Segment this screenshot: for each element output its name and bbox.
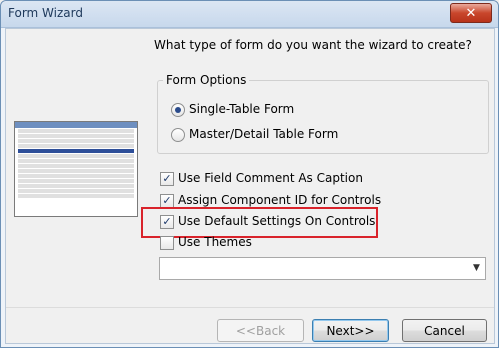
title-bar[interactable]: Form Wizard ✕ bbox=[1, 1, 498, 28]
close-button[interactable]: ✕ bbox=[450, 3, 492, 23]
themes-label[interactable]: Use Themes bbox=[178, 235, 252, 249]
single-table-radio[interactable] bbox=[171, 103, 185, 117]
form-preview-image bbox=[14, 121, 138, 217]
close-icon: ✕ bbox=[465, 5, 477, 21]
themes-checkbox[interactable] bbox=[160, 236, 174, 250]
form-wizard-window: Form Wizard ✕ What type of form do you w… bbox=[0, 0, 499, 348]
footer-divider bbox=[6, 307, 494, 308]
single-table-label[interactable]: Single-Table Form bbox=[189, 102, 294, 116]
master-detail-label[interactable]: Master/Detail Table Form bbox=[189, 127, 338, 141]
cancel-button[interactable]: Cancel bbox=[402, 319, 487, 342]
themes-combo[interactable]: ▼ bbox=[159, 257, 486, 280]
wizard-prompt: What type of form do you want the wizard… bbox=[154, 38, 472, 52]
check-icon: ✓ bbox=[162, 172, 172, 185]
component-id-label[interactable]: Assign Component ID for Controls bbox=[178, 193, 381, 207]
next-button[interactable]: Next>> bbox=[312, 319, 389, 342]
field-comment-checkbox[interactable]: ✓ bbox=[160, 172, 174, 186]
highlight-box bbox=[141, 207, 378, 238]
form-options-group bbox=[157, 80, 489, 154]
chevron-down-icon[interactable]: ▼ bbox=[470, 261, 483, 275]
master-detail-radio[interactable] bbox=[171, 128, 185, 142]
wizard-body: What type of form do you want the wizard… bbox=[5, 28, 495, 344]
component-id-checkbox[interactable]: ✓ bbox=[160, 194, 174, 208]
back-button[interactable]: <<Back bbox=[217, 319, 304, 342]
field-comment-label[interactable]: Use Field Comment As Caption bbox=[178, 171, 363, 185]
window-title: Form Wizard bbox=[8, 6, 83, 20]
form-options-title: Form Options bbox=[163, 73, 250, 87]
check-icon: ✓ bbox=[162, 194, 172, 207]
